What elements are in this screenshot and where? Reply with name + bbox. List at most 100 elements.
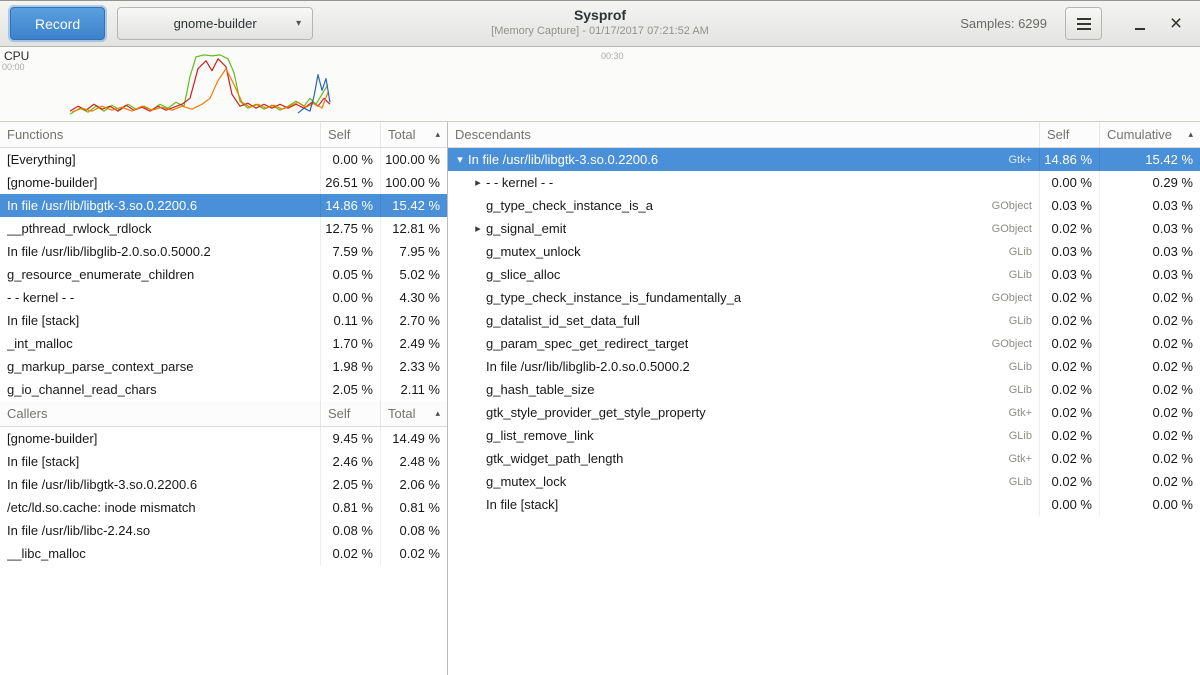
row-label: In file /usr/lib/libglib-2.0.so.0.5000.2 bbox=[486, 359, 690, 374]
self-value: 2.05 % bbox=[321, 473, 381, 496]
row-name-cell: __libc_malloc bbox=[0, 542, 321, 565]
total-value: 0.08 % bbox=[381, 519, 447, 542]
table-row[interactable]: g_hash_table_sizeGLib0.02 %0.02 % bbox=[448, 378, 1200, 401]
row-name-cell: - - kernel - - bbox=[0, 286, 321, 309]
expander-closed-icon[interactable]: ▸ bbox=[470, 222, 486, 235]
category-label: Gtk+ bbox=[970, 148, 1040, 171]
table-row[interactable]: In file /usr/lib/libgtk-3.so.0.2200.62.0… bbox=[0, 473, 447, 496]
self-value: 2.05 % bbox=[321, 378, 381, 401]
column-label: Descendants bbox=[455, 127, 531, 142]
expander-closed-icon[interactable]: ▸ bbox=[470, 176, 486, 189]
table-row[interactable]: - - kernel - -0.00 %4.30 % bbox=[0, 286, 447, 309]
table-row[interactable]: g_datalist_id_set_data_fullGLib0.02 %0.0… bbox=[448, 309, 1200, 332]
row-label: g_type_check_instance_is_a bbox=[486, 198, 653, 213]
category-label bbox=[970, 493, 1040, 516]
table-row[interactable]: g_slice_allocGLib0.03 %0.03 % bbox=[448, 263, 1200, 286]
column-header-total[interactable]: Total▴ bbox=[381, 401, 447, 426]
table-row[interactable]: gtk_style_provider_get_style_propertyGtk… bbox=[448, 401, 1200, 424]
table-row[interactable]: [gnome-builder]26.51 %100.00 % bbox=[0, 171, 447, 194]
column-header-self[interactable]: Self bbox=[321, 122, 381, 147]
row-label: [Everything] bbox=[7, 152, 76, 167]
column-header-callers[interactable]: Callers bbox=[0, 401, 321, 426]
self-value: 0.03 % bbox=[1040, 194, 1100, 217]
table-row[interactable]: ▾In file /usr/lib/libgtk-3.so.0.2200.6Gt… bbox=[448, 148, 1200, 171]
self-value: 0.02 % bbox=[1040, 217, 1100, 240]
table-row[interactable]: In file [stack]0.11 %2.70 % bbox=[0, 309, 447, 332]
table-row[interactable]: g_mutex_lockGLib0.02 %0.02 % bbox=[448, 470, 1200, 493]
cumulative-value: 0.02 % bbox=[1100, 424, 1200, 447]
total-value: 4.30 % bbox=[381, 286, 447, 309]
category-label bbox=[970, 171, 1040, 194]
cumulative-value: 0.03 % bbox=[1100, 194, 1200, 217]
menu-button[interactable] bbox=[1065, 7, 1102, 40]
table-row[interactable]: g_param_spec_get_redirect_targetGObject0… bbox=[448, 332, 1200, 355]
descendants-table: DescendantsSelfCumulative▴▾In file /usr/… bbox=[448, 122, 1200, 516]
row-name-cell: In file [stack] bbox=[0, 450, 321, 473]
header-bar: Record gnome-builder ▾ Sysprof [Memory C… bbox=[0, 0, 1200, 47]
cumulative-value: 0.02 % bbox=[1100, 286, 1200, 309]
hamburger-icon bbox=[1077, 23, 1091, 25]
table-row[interactable]: In file /usr/lib/libglib-2.0.so.0.5000.2… bbox=[448, 355, 1200, 378]
table-row[interactable]: [Everything]0.00 %100.00 % bbox=[0, 148, 447, 171]
category-label: GLib bbox=[970, 424, 1040, 447]
close-button[interactable]: × bbox=[1162, 10, 1190, 38]
self-value: 0.03 % bbox=[1040, 263, 1100, 286]
table-row[interactable]: g_io_channel_read_chars2.05 %2.11 % bbox=[0, 378, 447, 401]
column-header-self[interactable]: Self bbox=[1040, 122, 1100, 147]
row-label: __libc_malloc bbox=[7, 546, 86, 561]
window-title: Sysprof bbox=[320, 7, 880, 24]
column-header-self[interactable]: Self bbox=[321, 401, 381, 426]
row-name-cell: g_resource_enumerate_children bbox=[0, 263, 321, 286]
table-row[interactable]: In file /usr/lib/libc-2.24.so0.08 %0.08 … bbox=[0, 519, 447, 542]
row-name-cell: g_param_spec_get_redirect_target bbox=[448, 332, 970, 355]
total-value: 2.49 % bbox=[381, 332, 447, 355]
self-value: 1.98 % bbox=[321, 355, 381, 378]
row-label: g_mutex_lock bbox=[486, 474, 566, 489]
record-button[interactable]: Record bbox=[10, 7, 105, 40]
table-row[interactable]: ▸g_signal_emitGObject0.02 %0.03 % bbox=[448, 217, 1200, 240]
table-row[interactable]: __libc_malloc0.02 %0.02 % bbox=[0, 542, 447, 565]
column-header-descendants[interactable]: Descendants bbox=[448, 122, 1040, 147]
row-name-cell: __pthread_rwlock_rdlock bbox=[0, 217, 321, 240]
row-name-cell: g_list_remove_link bbox=[448, 424, 970, 447]
table-row[interactable]: g_resource_enumerate_children0.05 %5.02 … bbox=[0, 263, 447, 286]
row-name-cell: In file [stack] bbox=[448, 493, 970, 516]
table-row[interactable]: In file /usr/lib/libgtk-3.so.0.2200.614.… bbox=[0, 194, 447, 217]
minimize-button[interactable] bbox=[1126, 10, 1154, 38]
column-header-total[interactable]: Total▴ bbox=[381, 122, 447, 147]
table-row[interactable]: g_list_remove_linkGLib0.02 %0.02 % bbox=[448, 424, 1200, 447]
process-selector[interactable]: gnome-builder ▾ bbox=[117, 7, 313, 40]
table-row[interactable]: ▸- - kernel - -0.00 %0.29 % bbox=[448, 171, 1200, 194]
category-label: GLib bbox=[970, 470, 1040, 493]
table-row[interactable]: In file /usr/lib/libglib-2.0.so.0.5000.2… bbox=[0, 240, 447, 263]
row-name-cell: ▸- - kernel - - bbox=[448, 171, 970, 194]
table-row[interactable]: g_type_check_instance_is_fundamentally_a… bbox=[448, 286, 1200, 309]
row-label: /etc/ld.so.cache: inode mismatch bbox=[7, 500, 196, 515]
total-value: 100.00 % bbox=[381, 148, 447, 171]
self-value: 0.02 % bbox=[1040, 378, 1100, 401]
table-row[interactable]: In file [stack]2.46 %2.48 % bbox=[0, 450, 447, 473]
table-row[interactable]: g_mutex_unlockGLib0.03 %0.03 % bbox=[448, 240, 1200, 263]
total-value: 14.49 % bbox=[381, 427, 447, 450]
table-row[interactable]: In file [stack]0.00 %0.00 % bbox=[448, 493, 1200, 516]
expander-open-icon[interactable]: ▾ bbox=[452, 153, 468, 166]
sort-ascending-icon: ▴ bbox=[1184, 129, 1193, 140]
table-row[interactable]: /etc/ld.so.cache: inode mismatch0.81 %0.… bbox=[0, 496, 447, 519]
sysprof-window: Record gnome-builder ▾ Sysprof [Memory C… bbox=[0, 0, 1200, 675]
self-value: 12.75 % bbox=[321, 217, 381, 240]
cpu-graph-area[interactable]: CPU 00:00 00:30 bbox=[0, 47, 1200, 122]
table-row[interactable]: [gnome-builder]9.45 %14.49 % bbox=[0, 427, 447, 450]
cumulative-value: 0.02 % bbox=[1100, 378, 1200, 401]
cumulative-value: 0.02 % bbox=[1100, 355, 1200, 378]
category-label: Gtk+ bbox=[970, 401, 1040, 424]
table-row[interactable]: gtk_widget_path_lengthGtk+0.02 %0.02 % bbox=[448, 447, 1200, 470]
table-row[interactable]: g_markup_parse_context_parse1.98 %2.33 % bbox=[0, 355, 447, 378]
column-header-functions[interactable]: Functions bbox=[0, 122, 321, 147]
row-label: In file /usr/lib/libc-2.24.so bbox=[7, 523, 150, 538]
total-value: 100.00 % bbox=[381, 171, 447, 194]
table-row[interactable]: g_type_check_instance_is_aGObject0.03 %0… bbox=[448, 194, 1200, 217]
table-row[interactable]: _int_malloc1.70 %2.49 % bbox=[0, 332, 447, 355]
column-header-cumulative[interactable]: Cumulative▴ bbox=[1100, 122, 1200, 147]
row-name-cell: In file /usr/lib/libglib-2.0.so.0.5000.2 bbox=[0, 240, 321, 263]
table-row[interactable]: __pthread_rwlock_rdlock12.75 %12.81 % bbox=[0, 217, 447, 240]
